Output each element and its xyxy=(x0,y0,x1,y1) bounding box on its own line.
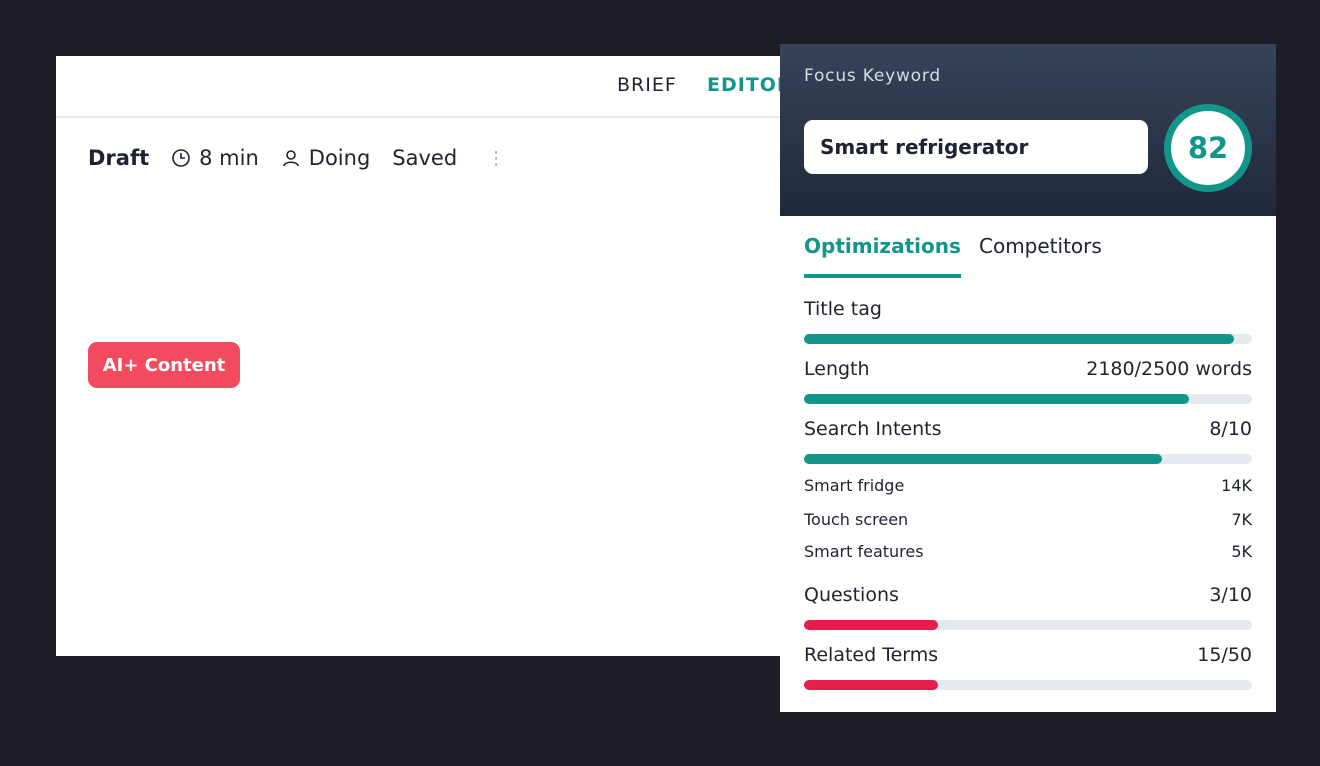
tab-optimizations[interactable]: Optimizations xyxy=(804,234,961,278)
progress-bar xyxy=(804,334,1252,344)
intent-label: Smart fridge xyxy=(804,476,905,495)
intent-count: 7K xyxy=(1231,510,1252,529)
read-time: 8 min xyxy=(171,146,259,170)
metric-label: Search Intents xyxy=(804,418,942,440)
metric-label: Length xyxy=(804,358,870,380)
intent-count: 5K xyxy=(1231,542,1252,561)
metric-title-tag: Title tag xyxy=(804,298,1252,344)
intent-label: Smart features xyxy=(804,542,924,561)
progress-fill xyxy=(804,454,1163,464)
tab-competitors[interactable]: Competitors xyxy=(979,234,1102,258)
metric-value: 15/50 xyxy=(1197,644,1252,666)
user-icon xyxy=(282,150,299,167)
save-state: Saved xyxy=(392,146,458,170)
focus-keyword-input[interactable] xyxy=(804,120,1148,174)
draft-status[interactable]: Draft xyxy=(88,146,149,170)
metric-value: 2180/2500 words xyxy=(1086,358,1252,380)
intent-row: Smart fridge 14K xyxy=(804,476,1252,495)
progress-bar xyxy=(804,620,1252,630)
metric-label: Questions xyxy=(804,584,899,606)
metric-label: Related Terms xyxy=(804,644,939,666)
editor-window: BRIEF EDITOR Draft 8 min Doing Saved ⋮ A… xyxy=(56,56,796,656)
more-options-icon[interactable]: ⋮ xyxy=(487,148,505,169)
intent-count: 14K xyxy=(1221,476,1252,495)
metric-questions: Questions 3/10 xyxy=(804,584,1252,630)
assignee-status[interactable]: Doing xyxy=(281,146,371,170)
progress-bar xyxy=(804,680,1252,690)
score-badge: 82 xyxy=(1164,104,1252,192)
metric-search-intents: Search Intents 8/10 xyxy=(804,418,1252,464)
intent-row: Smart features 5K xyxy=(804,542,1252,561)
intent-row: Touch screen 7K xyxy=(804,510,1252,529)
panel-tabs: Optimizations Competitors xyxy=(780,216,1276,280)
progress-fill xyxy=(804,394,1190,404)
clock-icon xyxy=(172,149,190,167)
assignee-status-label: Doing xyxy=(308,146,371,170)
focus-keyword-label: Focus Keyword xyxy=(804,66,941,86)
progress-fill xyxy=(804,620,939,630)
progress-fill xyxy=(804,680,939,690)
focus-keyword-section: Focus Keyword 82 xyxy=(780,44,1276,216)
metric-value: 3/10 xyxy=(1209,584,1252,606)
metric-related-terms: Related Terms 15/50 xyxy=(804,644,1252,690)
editor-header: BRIEF EDITOR xyxy=(56,56,796,118)
tab-brief[interactable]: BRIEF xyxy=(617,74,677,96)
intent-label: Touch screen xyxy=(804,510,909,529)
seo-panel: Focus Keyword 82 Optimizations Competito… xyxy=(780,44,1276,712)
metric-value: 8/10 xyxy=(1209,418,1252,440)
read-time-label: 8 min xyxy=(199,146,259,170)
metric-length: Length 2180/2500 words xyxy=(804,358,1252,404)
progress-fill xyxy=(804,334,1235,344)
ai-content-button[interactable]: AI+ Content xyxy=(88,342,240,388)
metric-label: Title tag xyxy=(804,298,882,320)
progress-bar xyxy=(804,394,1252,404)
progress-bar xyxy=(804,454,1252,464)
status-row: Draft 8 min Doing Saved ⋮ xyxy=(88,146,505,170)
